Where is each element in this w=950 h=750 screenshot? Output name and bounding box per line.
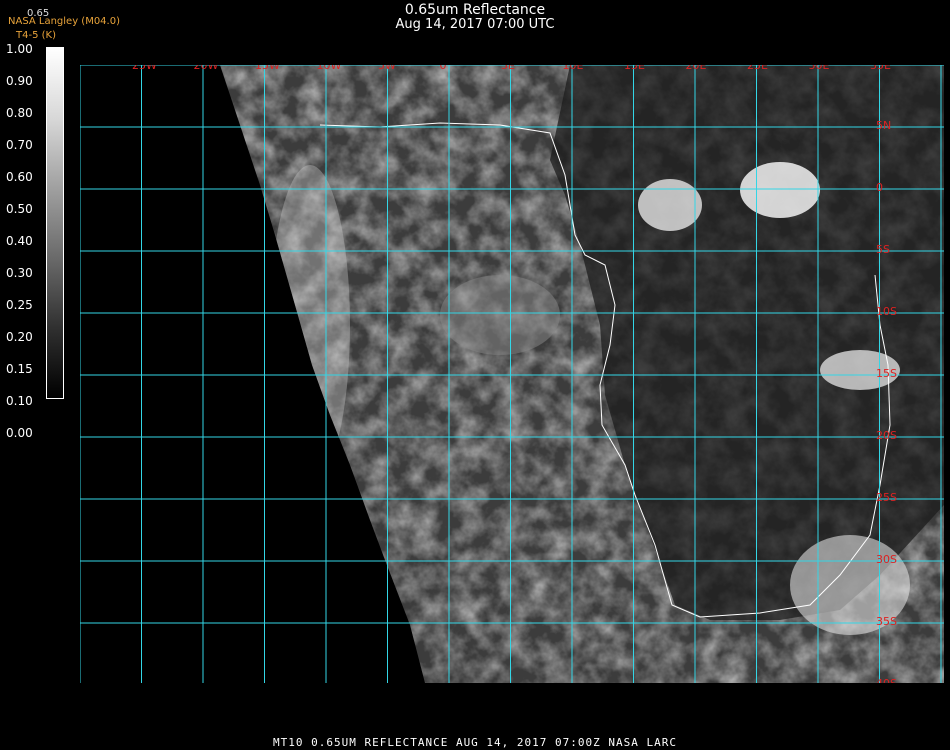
latitude-label: 5N <box>876 119 892 132</box>
longitude-label: 25E <box>747 65 768 72</box>
grayscale-colorbar <box>46 47 64 399</box>
latitude-label: 10S <box>876 305 897 318</box>
latitude-label: 5S <box>876 243 890 256</box>
colorbar-tick-label: 0.00 <box>6 426 33 440</box>
colorbar-tick-label: 0.70 <box>6 138 33 152</box>
latitude-label: 30S <box>876 553 897 566</box>
colorbar-tick-label: 0.10 <box>6 394 33 408</box>
longitude-label: 35E <box>870 65 891 72</box>
latitude-label: 35S <box>876 615 897 628</box>
colorbar-tick-label: 0.15 <box>6 362 33 376</box>
longitude-label: 25W <box>132 65 157 72</box>
colorbar-tick-label: 0.25 <box>6 298 33 312</box>
longitude-label: 10W <box>316 65 342 72</box>
colorbar-tick-label: 0.50 <box>6 202 33 216</box>
colorbar-tick-label: 0.20 <box>6 330 33 344</box>
longitude-label: 30E <box>808 65 830 72</box>
credit-sub-label: T4-5 (K) <box>16 30 56 41</box>
longitude-label: 20W <box>193 65 219 72</box>
colorbar-tick-label: 1.00 <box>6 42 33 56</box>
colorbar-tick-label: 0.30 <box>6 266 33 280</box>
longitude-label: 5W <box>378 65 396 72</box>
longitude-label: 5E <box>501 65 515 72</box>
latitude-label: 20S <box>876 429 897 442</box>
longitude-label: 15E <box>624 65 645 72</box>
footer-caption: MT10 0.65UM REFLECTANCE AUG 14, 2017 07:… <box>273 736 677 749</box>
colorbar-tick-label: 0.90 <box>6 74 33 88</box>
latitude-label: 0 <box>876 181 883 194</box>
latitude-label: 25S <box>876 491 897 504</box>
satellite-map: 25W 20W 15W 10W 5W 0 5E 10E 15E 20E 25E 30E 35E 5N 0 5S… <box>80 65 944 683</box>
latitude-label: 15S <box>876 367 897 380</box>
latitude-label: 40S <box>876 677 897 683</box>
longitude-label: 0 <box>439 65 447 72</box>
colorbar-tick-label: 0.40 <box>6 234 33 248</box>
map-title: 0.65um Reflectance <box>404 2 546 18</box>
longitude-label: 20E <box>685 65 707 72</box>
colorbar-tick-label: 0.80 <box>6 106 33 120</box>
credit-label: NASA Langley (M04.0) <box>8 16 120 27</box>
imagery-region <box>220 65 944 683</box>
longitude-label: 10E <box>562 65 584 72</box>
map-timestamp: Aug 14, 2017 07:00 UTC <box>395 17 555 32</box>
map-canvas <box>80 65 944 683</box>
longitude-label: 15W <box>255 65 280 72</box>
colorbar-tick-label: 0.60 <box>6 170 33 184</box>
